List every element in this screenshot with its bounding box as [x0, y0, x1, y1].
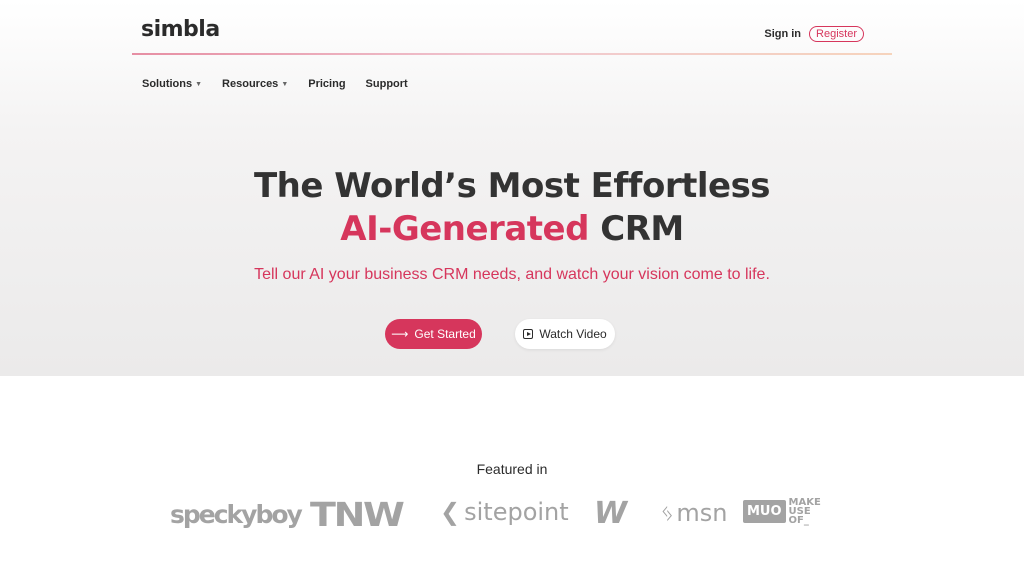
- chevron-down-icon: ▼: [281, 80, 289, 88]
- muo-box: MUO: [743, 500, 786, 523]
- arrow-right-icon: ⟶: [391, 327, 409, 341]
- nav-item-resources[interactable]: Resources ▼: [222, 78, 288, 90]
- hero-subtitle: Tell our AI your business CRM needs, and…: [254, 266, 770, 283]
- speckyboy-logo: speckyboy: [170, 500, 303, 529]
- nav-item-label: Support: [365, 78, 408, 90]
- headline-rest: CRM: [588, 209, 684, 249]
- w-logo: W: [594, 496, 627, 531]
- nav-item-label: Resources: [222, 78, 279, 90]
- get-started-button[interactable]: ⟶ Get Started: [385, 319, 482, 349]
- main-nav: Solutions ▼ Resources ▼ Pricing Support: [142, 78, 408, 90]
- nav-item-label: Pricing: [308, 78, 346, 90]
- get-started-label: Get Started: [414, 327, 476, 341]
- makeuseof-logo: MUO MAKE USE OF_: [743, 498, 821, 526]
- nav-item-label: Solutions: [142, 78, 193, 90]
- register-button[interactable]: Register: [809, 26, 864, 42]
- sitepoint-chevron-icon: ❮: [440, 498, 461, 526]
- msn-text: msn: [676, 499, 728, 527]
- headline-accent: AI-Generated: [340, 209, 589, 249]
- butterfly-icon: ᛃ: [660, 499, 675, 527]
- chevron-down-icon: ▼: [195, 80, 203, 88]
- watch-video-button[interactable]: Watch Video: [515, 319, 615, 349]
- watch-video-label: Watch Video: [539, 327, 607, 341]
- muo-stack: MAKE USE OF_: [788, 498, 821, 526]
- featured-heading: Featured in: [476, 461, 548, 477]
- nav-item-support[interactable]: Support: [366, 78, 408, 90]
- featured-logos: speckyboy TNW ❮ sitepoint W ᛃ msn MUO MA…: [170, 495, 834, 534]
- auth-links: Sign in Register: [764, 26, 864, 42]
- muo-of: OF_: [788, 515, 809, 526]
- sign-in-link[interactable]: Sign in: [764, 28, 801, 40]
- nav-item-solutions[interactable]: Solutions ▼: [142, 78, 202, 90]
- sitepoint-logo: ❮ sitepoint: [440, 498, 569, 526]
- tnw-logo: TNW: [310, 495, 405, 534]
- nav-item-pricing[interactable]: Pricing: [308, 78, 345, 90]
- play-icon: [523, 329, 534, 339]
- msn-logo: ᛃ msn: [660, 499, 728, 527]
- sitepoint-text: sitepoint: [464, 498, 569, 526]
- headline-line-1: The World’s Most Effortless: [253, 166, 771, 206]
- simbla-logo[interactable]: simbla: [141, 17, 220, 42]
- header-divider: [132, 53, 892, 55]
- headline-line-2: AI-Generated CRM: [0, 209, 1024, 249]
